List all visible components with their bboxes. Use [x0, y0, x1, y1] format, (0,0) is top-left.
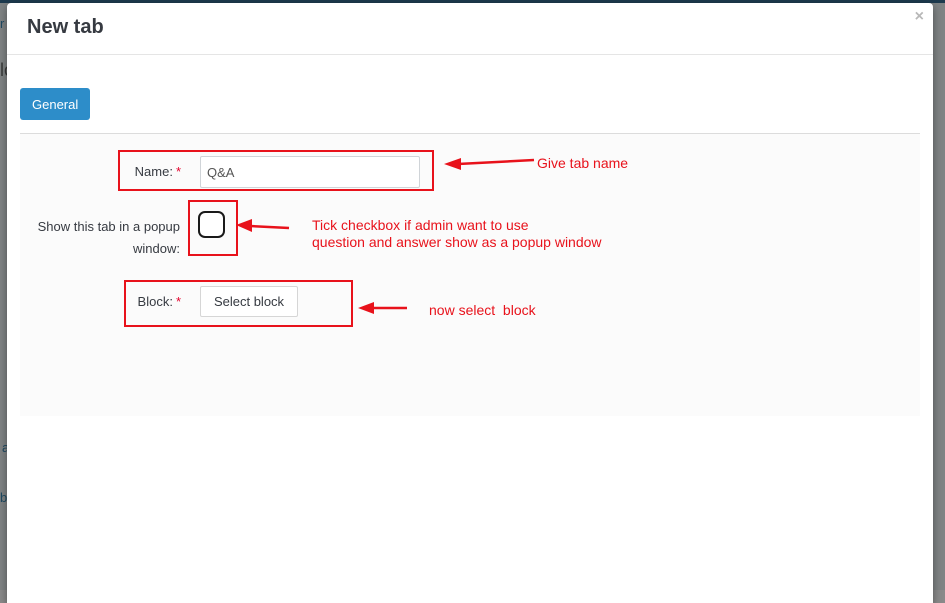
- block-annotation-note: now select block: [429, 302, 536, 318]
- checkbox-annotation-note: Tick checkbox if admin want to use quest…: [312, 217, 602, 251]
- name-annotation-note: Give tab name: [537, 155, 629, 171]
- annotation-arrows: [236, 158, 535, 314]
- checkbox-note-line1: Tick checkbox if admin want to use: [312, 217, 529, 233]
- checkbox-note-line2: question and answer show as a popup wind…: [312, 234, 602, 250]
